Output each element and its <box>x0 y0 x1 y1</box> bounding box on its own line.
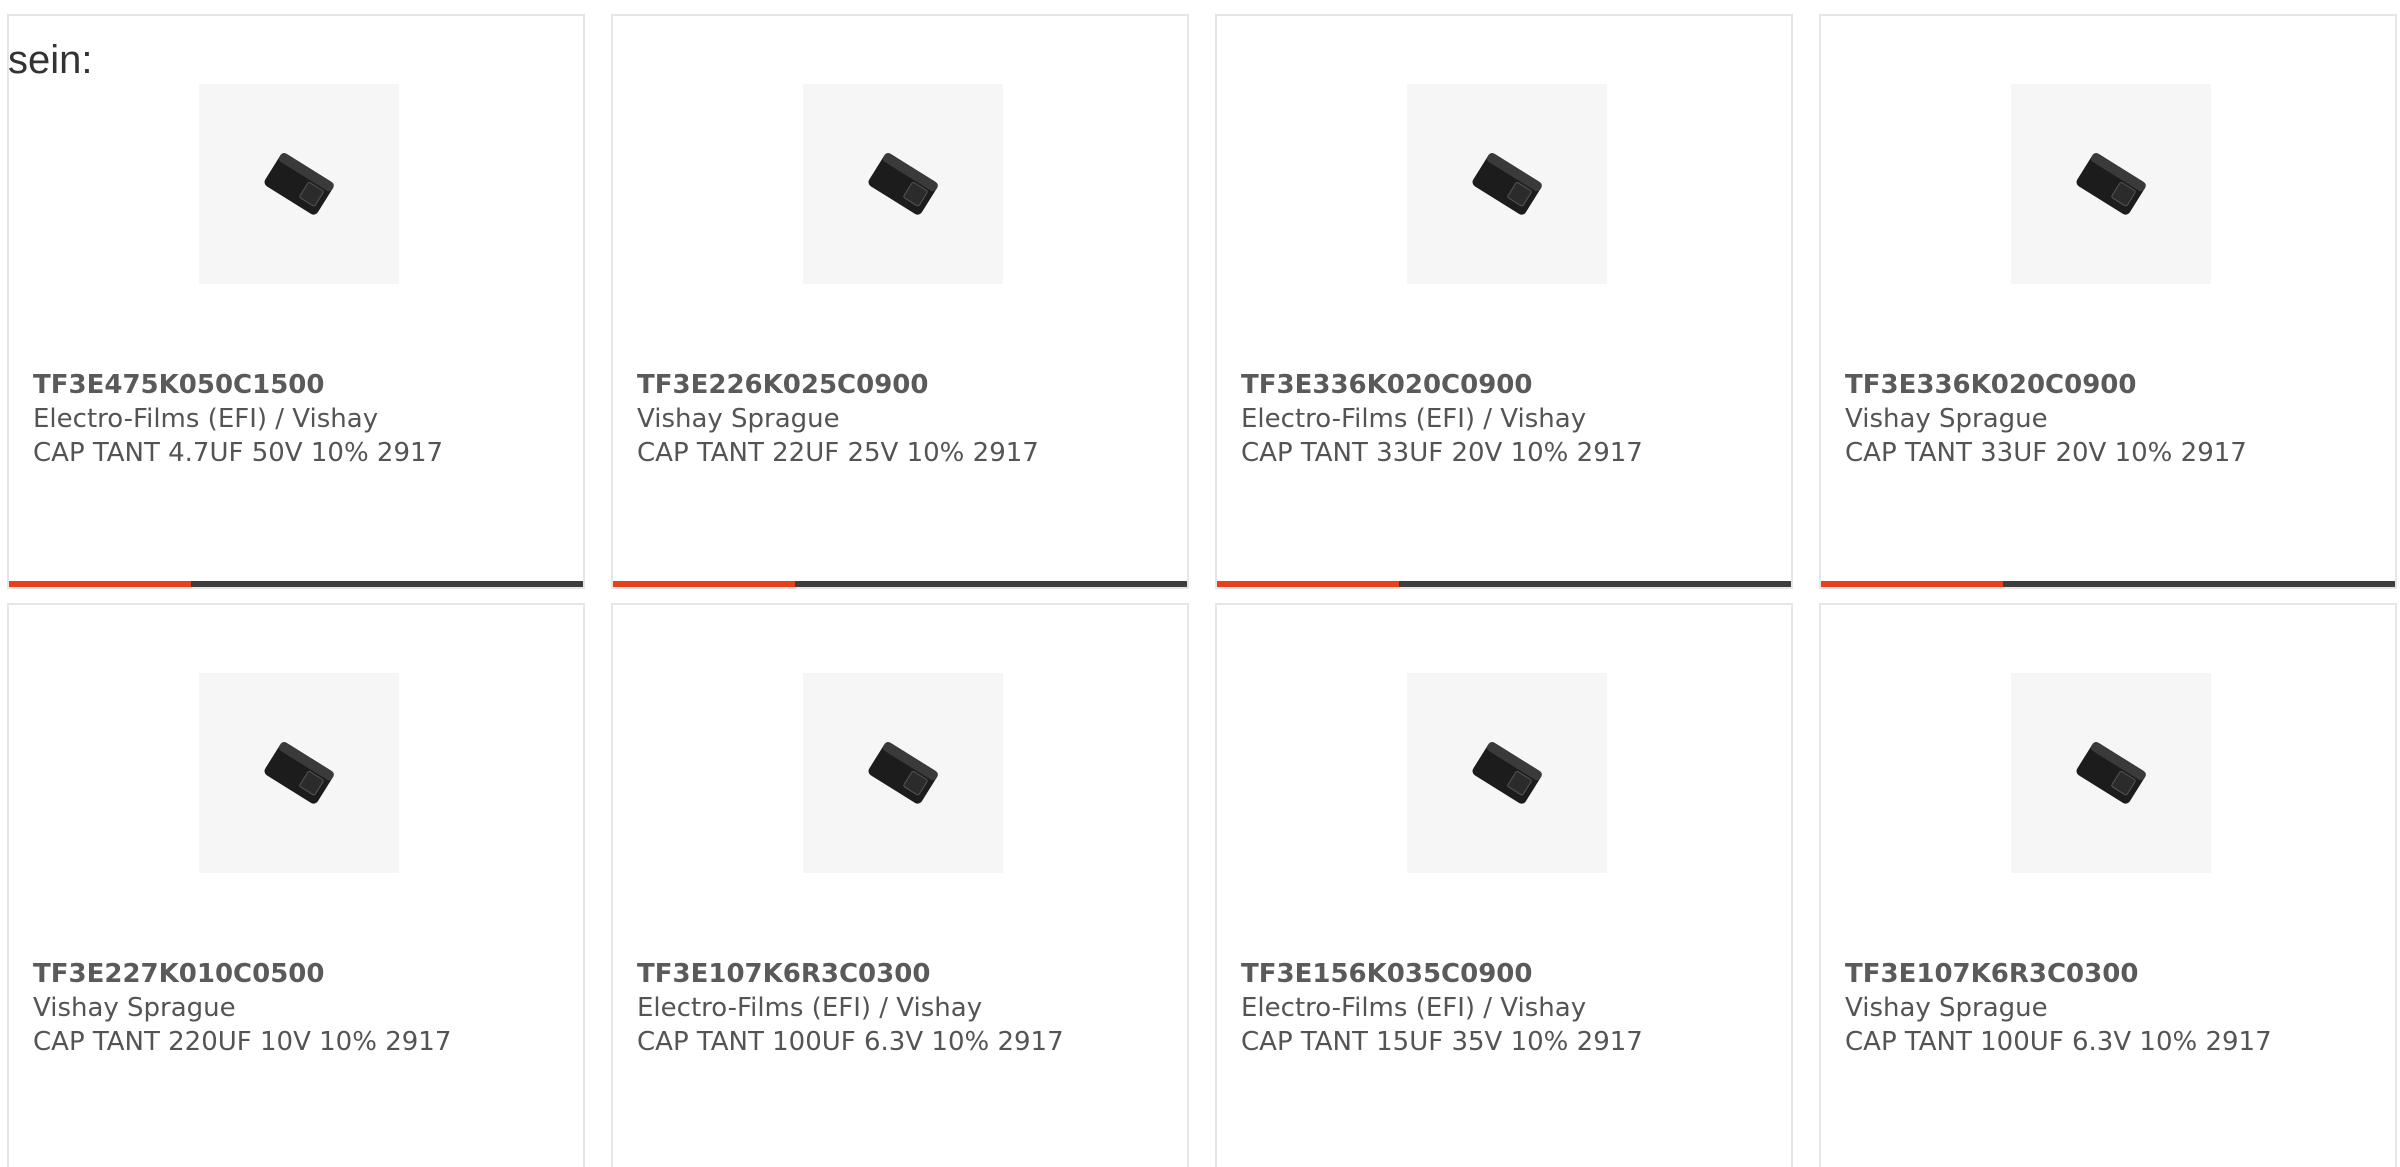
product-image[interactable] <box>2011 84 2211 284</box>
tantalum-capacitor-chip-icon <box>2076 152 2146 215</box>
manufacturer: Electro-Films (EFI) / Vishay <box>637 993 983 1023</box>
description: CAP TANT 100UF 6.3V 10% 2917 <box>1845 1027 2272 1057</box>
description: CAP TANT 15UF 35V 10% 2917 <box>1241 1027 1643 1057</box>
manufacturer: Vishay Sprague <box>1845 404 2048 434</box>
part-number-link[interactable]: TF3E156K035C0900 <box>1241 957 1775 991</box>
part-number-link[interactable]: TF3E475K050C1500 <box>33 368 567 402</box>
manufacturer: Electro-Films (EFI) / Vishay <box>1241 993 1587 1023</box>
product-grid-page: sein: TF3E475K050C1500 Electro-Films (EF… <box>0 0 2400 1167</box>
manufacturer: Vishay Sprague <box>33 993 236 1023</box>
part-number-link[interactable]: TF3E227K010C0500 <box>33 957 567 991</box>
card-accent-bar <box>9 581 191 587</box>
description: CAP TANT 33UF 20V 10% 2917 <box>1241 438 1643 468</box>
lead-text: sein: <box>8 38 93 82</box>
product-info: TF3E336K020C0900 Electro-Films (EFI) / V… <box>1241 368 1775 470</box>
manufacturer: Vishay Sprague <box>637 404 840 434</box>
tantalum-capacitor-chip-icon <box>868 152 938 215</box>
card-footer-bar <box>1821 581 2395 587</box>
description: CAP TANT 4.7UF 50V 10% 2917 <box>33 438 444 468</box>
description: CAP TANT 33UF 20V 10% 2917 <box>1845 438 2247 468</box>
manufacturer: Electro-Films (EFI) / Vishay <box>33 404 379 434</box>
product-image[interactable] <box>199 84 399 284</box>
product-card[interactable]: TF3E226K025C0900 Vishay Sprague CAP TANT… <box>611 14 1189 589</box>
card-accent-bar <box>1821 581 2003 587</box>
product-info: TF3E227K010C0500 Vishay Sprague CAP TANT… <box>33 957 567 1059</box>
tantalum-capacitor-chip-icon <box>2076 741 2146 804</box>
card-accent-bar <box>613 581 795 587</box>
card-footer-bar <box>1217 581 1791 587</box>
product-image[interactable] <box>803 673 1003 873</box>
product-card[interactable]: TF3E336K020C0900 Vishay Sprague CAP TANT… <box>1819 14 2397 589</box>
product-card[interactable]: TF3E107K6R3C0300 Vishay Sprague CAP TANT… <box>1819 603 2397 1167</box>
tantalum-capacitor-chip-icon <box>264 152 334 215</box>
tantalum-capacitor-chip-icon <box>868 741 938 804</box>
tantalum-capacitor-chip-icon <box>1472 741 1542 804</box>
card-accent-bar <box>1217 581 1399 587</box>
product-info: TF3E107K6R3C0300 Vishay Sprague CAP TANT… <box>1845 957 2379 1059</box>
description: CAP TANT 220UF 10V 10% 2917 <box>33 1027 452 1057</box>
product-info: TF3E336K020C0900 Vishay Sprague CAP TANT… <box>1845 368 2379 470</box>
part-number-link[interactable]: TF3E336K020C0900 <box>1241 368 1775 402</box>
product-image[interactable] <box>1407 84 1607 284</box>
product-image[interactable] <box>199 673 399 873</box>
manufacturer: Vishay Sprague <box>1845 993 2048 1023</box>
product-image[interactable] <box>803 84 1003 284</box>
product-image[interactable] <box>1407 673 1607 873</box>
card-footer-bar <box>9 581 583 587</box>
product-card[interactable]: TF3E336K020C0900 Electro-Films (EFI) / V… <box>1215 14 1793 589</box>
product-image[interactable] <box>2011 673 2211 873</box>
card-footer-bar <box>613 581 1187 587</box>
product-card[interactable]: TF3E475K050C1500 Electro-Films (EFI) / V… <box>7 14 585 589</box>
product-info: TF3E156K035C0900 Electro-Films (EFI) / V… <box>1241 957 1775 1059</box>
product-card[interactable]: TF3E156K035C0900 Electro-Films (EFI) / V… <box>1215 603 1793 1167</box>
part-number-link[interactable]: TF3E336K020C0900 <box>1845 368 2379 402</box>
product-info: TF3E107K6R3C0300 Electro-Films (EFI) / V… <box>637 957 1171 1059</box>
product-card[interactable]: TF3E227K010C0500 Vishay Sprague CAP TANT… <box>7 603 585 1167</box>
description: CAP TANT 100UF 6.3V 10% 2917 <box>637 1027 1064 1057</box>
product-card[interactable]: TF3E107K6R3C0300 Electro-Films (EFI) / V… <box>611 603 1189 1167</box>
product-info: TF3E226K025C0900 Vishay Sprague CAP TANT… <box>637 368 1171 470</box>
description: CAP TANT 22UF 25V 10% 2917 <box>637 438 1039 468</box>
product-info: TF3E475K050C1500 Electro-Films (EFI) / V… <box>33 368 567 470</box>
tantalum-capacitor-chip-icon <box>264 741 334 804</box>
manufacturer: Electro-Films (EFI) / Vishay <box>1241 404 1587 434</box>
part-number-link[interactable]: TF3E107K6R3C0300 <box>637 957 1171 991</box>
part-number-link[interactable]: TF3E107K6R3C0300 <box>1845 957 2379 991</box>
tantalum-capacitor-chip-icon <box>1472 152 1542 215</box>
part-number-link[interactable]: TF3E226K025C0900 <box>637 368 1171 402</box>
